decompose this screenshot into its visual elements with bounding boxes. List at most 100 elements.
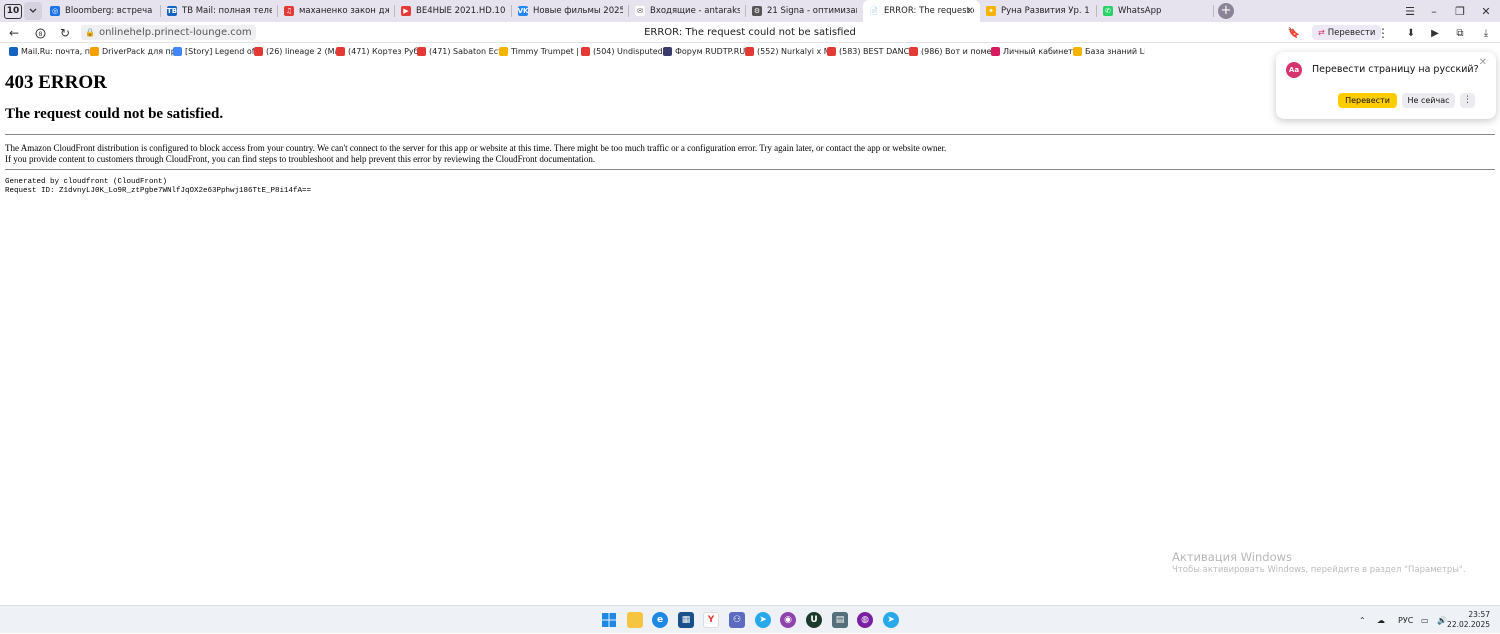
- minimize-button[interactable]: –: [1422, 0, 1446, 22]
- tab-favicon-icon: ♫: [284, 6, 294, 16]
- bookmark-item[interactable]: База знаний Line: [1073, 47, 1145, 56]
- error-description: The Amazon CloudFront distribution is co…: [5, 143, 947, 153]
- divider-bottom: [5, 169, 1495, 170]
- bookmark-label: (986) Вот и помер: [921, 47, 991, 56]
- utorrent-icon[interactable]: U: [806, 612, 822, 628]
- reload-button[interactable]: ↻: [56, 24, 74, 42]
- tab-favicon-icon: ✦: [986, 6, 996, 16]
- tab-count-badge[interactable]: 10: [4, 3, 22, 19]
- bookmark-item[interactable]: (986) Вот и помер: [909, 47, 991, 56]
- bookmark-item[interactable]: (471) Sabaton Ест: [417, 47, 499, 56]
- system-clock[interactable]: 23:57 22.02.2025: [1447, 610, 1490, 630]
- start-icon[interactable]: [601, 612, 617, 628]
- bookmark-favicon-icon: [745, 47, 754, 56]
- browser-tab[interactable]: ◎ Bloomberg: встреча Пути: [44, 0, 161, 22]
- bookmark-item[interactable]: (552) Nurkalyi x M: [745, 47, 827, 56]
- popup-more-icon[interactable]: ⋮: [1460, 93, 1475, 108]
- tab-title: Новые фильмы 2025. Кин: [533, 6, 623, 16]
- language-indicator[interactable]: РУС: [1398, 606, 1413, 634]
- translate-popup: Aa Перевести страницу на русский? ✕ Пере…: [1276, 52, 1496, 119]
- yandex-protect-icon[interactable]: 8: [31, 24, 49, 42]
- activation-watermark-text: Чтобы активировать Windows, перейдите в …: [1172, 565, 1466, 575]
- browser-tab[interactable]: VK Новые фильмы 2025. Кин: [512, 0, 629, 22]
- bookmark-icon[interactable]: 🔖: [1285, 24, 1303, 42]
- activation-watermark-title: Активация Windows: [1172, 550, 1293, 564]
- bookmark-item[interactable]: Timmy Trumpet |: [499, 47, 581, 56]
- telegram-alt-icon[interactable]: ➤: [883, 612, 899, 628]
- browser-tab[interactable]: ✉ Входящие - antaraks@gm: [629, 0, 746, 22]
- popup-not-now-button[interactable]: Не сейчас: [1402, 93, 1455, 108]
- tray-chevron-icon[interactable]: ⌃: [1359, 606, 1366, 634]
- new-tab-button[interactable]: +: [1218, 3, 1234, 19]
- browser-tab[interactable]: ✦ Руна Развития Ур. 1 — Ба: [980, 0, 1097, 22]
- popup-translate-button[interactable]: Перевести: [1338, 93, 1397, 108]
- media-player-icon[interactable]: ▶: [1426, 24, 1444, 42]
- close-window-button[interactable]: ✕: [1474, 0, 1498, 22]
- downloads-tray-icon[interactable]: ⤓: [1477, 24, 1495, 42]
- edge-icon[interactable]: e: [652, 612, 668, 628]
- tab-list-chevron-icon[interactable]: [24, 2, 42, 20]
- bookmark-label: (471) Кортез Рубц: [348, 47, 417, 56]
- bookmark-item[interactable]: Форум RUDTP.RU: [663, 47, 745, 56]
- tab-title: BE4HЫE 2021.HD.1080p.: [416, 6, 506, 16]
- translate-label: Перевести: [1327, 27, 1376, 38]
- bookmark-favicon-icon: [417, 47, 426, 56]
- back-button[interactable]: ←: [5, 24, 23, 42]
- notifications-tray-icon[interactable]: ▭: [1421, 606, 1429, 634]
- browser-tab[interactable]: ▶ BE4HЫE 2021.HD.1080p.: [395, 0, 512, 22]
- url-field[interactable]: 🔒 onlinehelp.prinect-lounge.com: [81, 25, 256, 40]
- bookmark-item[interactable]: (26) lineage 2 (Ма: [254, 47, 336, 56]
- browser-tab[interactable]: 📄 ERROR: The request co ✕: [863, 0, 980, 22]
- bookmark-item[interactable]: DriverPack для пр: [90, 47, 173, 56]
- bookmark-label: (471) Sabaton Ест: [429, 47, 499, 56]
- tab-separator: [1213, 5, 1214, 17]
- bookmark-item[interactable]: Личный кабинет |: [991, 47, 1073, 56]
- downloads-icon[interactable]: ⬇: [1402, 24, 1420, 42]
- browser-tab[interactable]: ✆ WhatsApp: [1097, 0, 1214, 22]
- browser-tab[interactable]: ⚙ 21 Signa - оптимизация: [746, 0, 863, 22]
- network-app-icon[interactable]: ⚇: [729, 612, 745, 628]
- bookmark-favicon-icon: [581, 47, 590, 56]
- tab-close-icon[interactable]: ✕: [966, 6, 974, 17]
- bookmark-label: Timmy Trumpet |: [511, 47, 579, 56]
- bookmark-label: Mail.Ru: почта, по: [21, 47, 90, 56]
- bookmark-item[interactable]: (583) BEST DANC: [827, 47, 909, 56]
- media-app-icon[interactable]: ◉: [780, 612, 796, 628]
- translate-button[interactable]: ⇄ Перевести: [1312, 25, 1382, 40]
- browser-tab[interactable]: ♫ маханенко закон джунгл: [278, 0, 395, 22]
- menu-icon[interactable]: ☰: [1398, 0, 1422, 22]
- tab-favicon-icon: ✉: [635, 6, 645, 16]
- tab-favicon-icon: ⚙: [752, 6, 762, 16]
- bookmark-item[interactable]: (471) Кортез Рубц: [336, 47, 417, 56]
- bookmark-favicon-icon: [1073, 47, 1082, 56]
- popup-title: Перевести страницу на русский?: [1312, 64, 1479, 75]
- more-options-icon[interactable]: ⋮: [1374, 24, 1392, 42]
- restore-button[interactable]: ❐: [1448, 0, 1472, 22]
- tab-title: TB Mail: полная телепрог: [182, 6, 272, 16]
- extensions-icon[interactable]: ⧉: [1451, 24, 1469, 42]
- error-subheading: The request could not be satisfied.: [5, 106, 224, 122]
- volume-icon[interactable]: 🔊: [1437, 606, 1447, 634]
- address-bar: ← 8 ↻ 🔒 onlinehelp.prinect-lounge.com ER…: [0, 22, 1500, 43]
- bookmark-favicon-icon: [499, 47, 508, 56]
- file-explorer-icon[interactable]: [627, 612, 643, 628]
- clock-time: 23:57: [1468, 610, 1490, 619]
- url-text: onlinehelp.prinect-lounge.com: [98, 27, 252, 38]
- bookmark-label: (26) lineage 2 (Ма: [266, 47, 336, 56]
- bookmark-item[interactable]: (504) Undisputed: [581, 47, 663, 56]
- telegram-icon[interactable]: ➤: [755, 612, 771, 628]
- network-tray-icon[interactable]: ☁: [1377, 606, 1385, 634]
- purple-app-icon[interactable]: ◍: [857, 612, 873, 628]
- clock-date: 22.02.2025: [1447, 620, 1490, 629]
- popup-close-icon[interactable]: ✕: [1479, 57, 1487, 68]
- yandex-browser-icon[interactable]: Y: [703, 612, 719, 628]
- bookmark-item[interactable]: Mail.Ru: почта, по: [9, 47, 90, 56]
- tab-favicon-icon: 📄: [869, 6, 879, 16]
- store-icon[interactable]: ▦: [678, 612, 694, 628]
- calculator-icon[interactable]: ▤: [832, 612, 848, 628]
- bookmark-label: Личный кабинет |: [1003, 47, 1073, 56]
- bookmark-favicon-icon: [173, 47, 182, 56]
- bookmarks-bar: Mail.Ru: почта, по DriverPack для пр [Stor…: [0, 43, 1500, 60]
- browser-tab[interactable]: TB TB Mail: полная телепрог: [161, 0, 278, 22]
- bookmark-item[interactable]: [Story] Legend of: [173, 47, 254, 56]
